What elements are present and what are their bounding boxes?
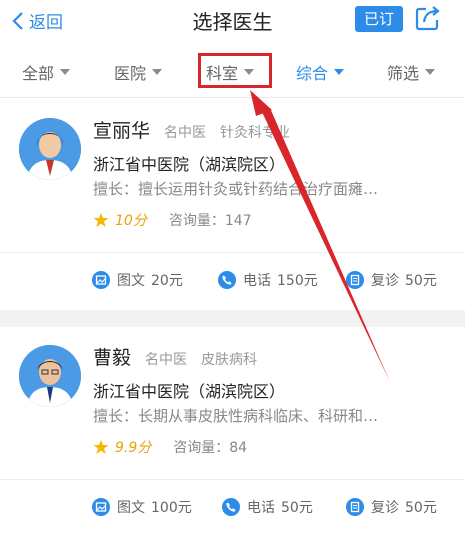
service-price: 150元 [277, 273, 318, 289]
service-image-text[interactable]: 图文 20元 [92, 270, 183, 290]
service-label: 图文 [117, 500, 145, 516]
card-separator [0, 310, 465, 327]
caret-down-icon [425, 69, 436, 75]
annotation-highlight-box [198, 53, 272, 88]
star-icon [93, 440, 109, 454]
image-text-icon [92, 271, 110, 289]
consult-count: 咨询量：84 [173, 440, 248, 456]
divider [0, 252, 465, 253]
filter-comprehensive[interactable]: 综合 [296, 60, 345, 84]
service-revisit[interactable]: 复诊 50元 [346, 497, 437, 517]
doctor-card[interactable]: 宣丽华 名中医 针灸科专业 浙江省中医院（湖滨院区） 擅长：擅长运用针灸或针药结… [0, 100, 465, 310]
doctor-department: 皮肤病科 [201, 352, 258, 368]
revisit-icon [346, 498, 364, 516]
doctor-expertise: 擅长：擅长运用针灸或针药结合治疗面瘫… [93, 180, 379, 198]
filter-label: 筛选 [387, 64, 420, 83]
doctor-card[interactable]: 曹毅 名中医 皮肤病科 浙江省中医院（湖滨院区） 擅长：长期从事皮肤性病科临床、… [0, 327, 465, 542]
service-label: 图文 [117, 273, 145, 289]
share-icon[interactable] [414, 4, 442, 32]
service-price: 50元 [405, 273, 437, 289]
doctor-expertise: 擅长：长期从事皮肤性病科临床、科研和… [93, 407, 379, 425]
avatar [19, 345, 81, 407]
service-image-text[interactable]: 图文 100元 [92, 497, 192, 517]
consult-count: 咨询量：147 [168, 213, 252, 229]
service-label: 电话 [243, 273, 271, 289]
filter-label: 医院 [114, 64, 147, 83]
phone-icon [222, 498, 240, 516]
caret-down-icon [334, 69, 345, 75]
caret-down-icon [152, 69, 163, 75]
filter-label: 全部 [22, 64, 55, 83]
service-phone[interactable]: 电话 150元 [218, 270, 318, 290]
rating-row: 9.9分 咨询量：84 [93, 437, 247, 457]
doctor-name-row: 宣丽华 名中医 针灸科专业 [93, 116, 304, 143]
service-label: 复诊 [371, 273, 399, 289]
doctor-hospital: 浙江省中医院（湖滨院区） [93, 155, 286, 174]
caret-down-icon [60, 69, 71, 75]
doctor-name: 宣丽华 [93, 120, 151, 142]
service-label: 复诊 [371, 500, 399, 516]
filter-hospital[interactable]: 医院 [114, 60, 163, 84]
avatar [19, 118, 81, 180]
service-price: 20元 [151, 273, 183, 289]
image-text-icon [92, 498, 110, 516]
doctor-name-row: 曹毅 名中医 皮肤病科 [93, 343, 271, 370]
subscribed-button[interactable]: 已订 [355, 6, 403, 32]
service-label: 电话 [247, 500, 275, 516]
rating-row: 10分 咨询量：147 [93, 210, 252, 230]
doctor-title: 名中医 [164, 125, 207, 141]
doctor-score: 10分 [115, 213, 147, 229]
filter-all[interactable]: 全部 [22, 60, 71, 84]
filter-label: 综合 [296, 64, 329, 83]
divider [0, 479, 465, 480]
star-icon [93, 213, 109, 227]
navigation-bar: 返回 选择医生 已订 [0, 0, 465, 40]
doctor-title: 名中医 [145, 352, 188, 368]
service-revisit[interactable]: 复诊 50元 [346, 270, 437, 290]
doctor-hospital: 浙江省中医院（湖滨院区） [93, 382, 286, 401]
filter-screen[interactable]: 筛选 [387, 60, 436, 84]
service-price: 50元 [281, 500, 313, 516]
service-price: 100元 [151, 500, 192, 516]
revisit-icon [346, 271, 364, 289]
phone-icon [218, 271, 236, 289]
doctor-department: 针灸科专业 [220, 125, 291, 141]
doctor-name: 曹毅 [93, 347, 132, 369]
service-price: 50元 [405, 500, 437, 516]
doctor-score: 9.9分 [115, 440, 152, 456]
service-phone[interactable]: 电话 50元 [222, 497, 313, 517]
